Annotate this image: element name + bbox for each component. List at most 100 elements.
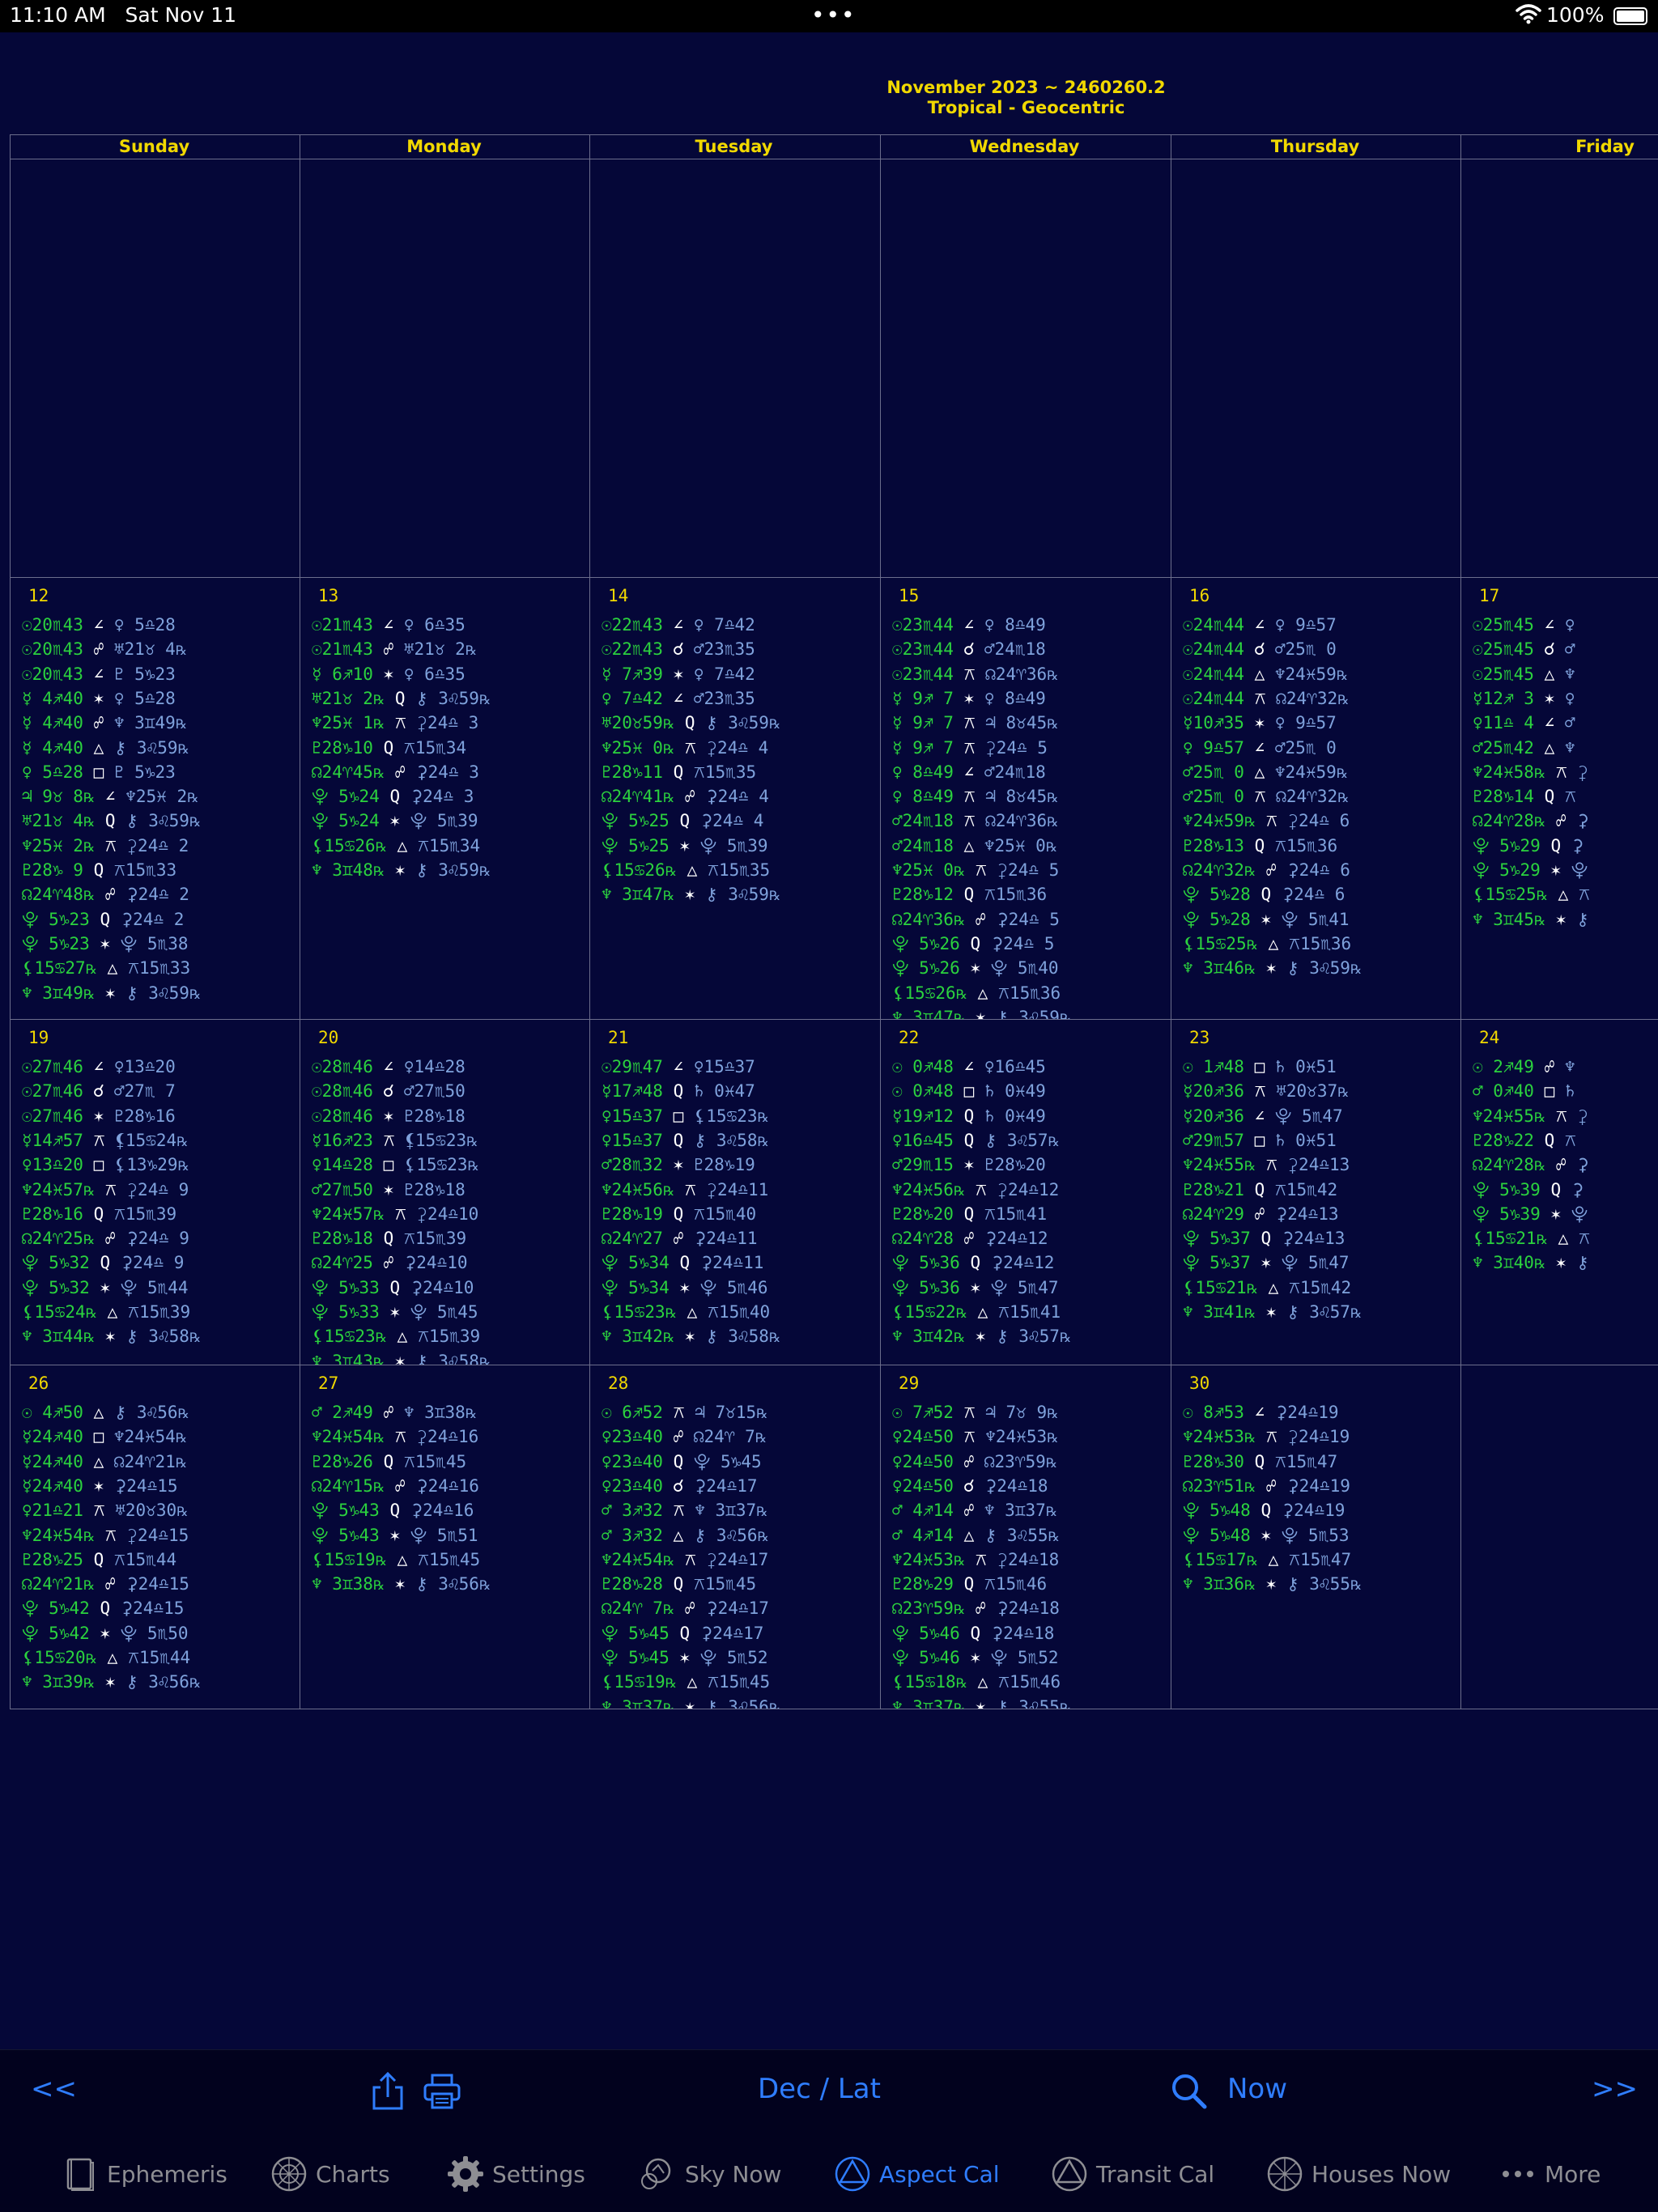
planet-glyph: ☉ <box>892 615 903 635</box>
sign-glyph: ♋ <box>634 1672 645 1692</box>
minute: 16 <box>453 1501 474 1521</box>
degree: 5 <box>1489 860 1510 880</box>
planet-glyph: ♄ <box>984 1081 995 1102</box>
calendar-day-cell[interactable]: 16 ☉24♏44 ∠ ♀ 9♎57 ☉24♏44 ☌ ♂25♏ 0 ☉24♏44 △… <box>1171 578 1460 1019</box>
next-month-button[interactable]: >> <box>1592 2073 1638 2105</box>
share-icon[interactable] <box>369 2071 406 2112</box>
aspect-row: ☉20♏43 ☍ ♅21♉ 4℞ <box>22 637 297 661</box>
minute: 38 <box>444 1403 466 1422</box>
aspect-row: ☿19♐12 Q ♄ 0♓49 <box>892 1104 1167 1128</box>
calendar-day-cell[interactable]: 17 ☉25♏45 ∠ ♀ ☉25♏45 ☌ ♂ ☉25♏45 △ ♆ ☿12♐ 3 ✶… <box>1461 578 1658 1019</box>
calendar-day-cell[interactable]: 26 ☉ 4♐50 △ ⚷ 3♌56℞ ☿24♐40 □ ♆24♓54℞ ☿24♐40… <box>11 1365 300 1709</box>
sign-glyph: ♑ <box>144 1106 155 1126</box>
planet-glyph: ♀ <box>1473 713 1483 733</box>
calendar-day-cell[interactable]: 24 ☉ 2♐49 ☍ ♆ ♂ 0♐40 □ ♄ ♆24♓55℞ ⚻ ⚳ ♇28♑22 … <box>1461 1020 1658 1365</box>
aspect-glyph: ⚻ <box>1254 688 1266 708</box>
sign-glyph: ♑ <box>929 1623 940 1643</box>
print-icon[interactable] <box>423 2073 461 2110</box>
calendar-day-cell[interactable]: 30 ☉ 8♐53 ∠ ⚳24♎19 ♆24♓53℞ ⚻ ⚳24♎19 ♇28♑30 … <box>1171 1365 1460 1709</box>
planet-glyph: ⯓ <box>312 787 329 807</box>
tab-more[interactable]: More <box>1499 2152 1601 2196</box>
minute: 49 <box>933 787 954 807</box>
day-header: Thursday <box>1270 137 1360 156</box>
planet-glyph: ⚷ <box>705 713 718 733</box>
tab-ephemeris[interactable]: Ephemeris <box>62 2152 227 2196</box>
search-icon[interactable] <box>1171 2073 1208 2110</box>
calendar-day-cell[interactable]: 20 ☉28♏46 ∠ ♀14♎28 ☉28♏46 ☌ ♂27♏50 ☉28♏46 ✶… <box>300 1020 589 1365</box>
calendar-day-cell[interactable]: 21 ☉29♏47 ∠ ♀15♎37 ☿17♐48 Q ♄ 0♓47 ♀15♎37 □… <box>590 1020 879 1365</box>
calendar-day-cell[interactable]: 14 ☉22♏43 ∠ ♀ 7♎42 ☉22♏43 ☌ ♂23♏35 ☿ 7♐39 ✶… <box>590 578 879 1019</box>
planet-glyph: ♀ <box>602 1106 612 1126</box>
planet-glyph: ⯓ <box>892 1277 909 1297</box>
planet-glyph: ⚸ <box>602 860 614 880</box>
sign-glyph: ♉ <box>631 713 643 733</box>
aspect-glyph: ✶ <box>389 811 401 831</box>
minute: 20 <box>62 1155 83 1175</box>
planet-glyph: ♇ <box>693 1155 704 1175</box>
tab-sky-now[interactable]: Sky Now <box>640 2152 781 2196</box>
calendar-day-cell[interactable] <box>1461 1365 1658 1709</box>
calendar-day-cell[interactable]: 28 ☉ 6♐52 ⚻ ♃ 7♉15℞ ♀23♎40 ☍ ☊24♈ 7℞ ♀23♎40… <box>590 1365 879 1709</box>
calendar-day-cell[interactable] <box>1461 159 1658 577</box>
calendar-day-cell[interactable] <box>1171 159 1460 577</box>
calendar-day-cell[interactable]: 19 ☉27♏46 ∠ ♀13♎20 ☉27♏46 ☌ ♂27♏ 7 ☉27♏46 ✶… <box>11 1020 300 1365</box>
tab-transit-cal[interactable]: Transit Cal <box>1051 2152 1214 2196</box>
aspect-glyph: ☌ <box>963 1475 975 1496</box>
now-button[interactable]: Now <box>1227 2073 1287 2105</box>
calendar-day-cell[interactable]: 13 ☉21♏43 ∠ ♀ 6♎35 ☉21♏43 ☍ ♅21♉ 2℞ ☿ 6♐10 … <box>300 578 589 1019</box>
minute: 18 <box>352 1229 373 1249</box>
calendar-day-cell[interactable]: 15 ☉23♏44 ∠ ♀ 8♎49 ☉23♏44 ☌ ♂24♏18 ☉23♏44 ⚻… <box>881 578 1170 1019</box>
calendar-day-cell[interactable] <box>881 159 1170 577</box>
planet-glyph: ♀ <box>1274 615 1286 635</box>
aspect-glyph: ✶ <box>970 1277 981 1297</box>
planet-glyph: ⯓ <box>410 1525 427 1545</box>
calendar-day-cell[interactable] <box>300 159 589 577</box>
tab-aspect-cal[interactable]: Aspect Cal <box>834 2152 1000 2196</box>
minute: 26 <box>935 983 956 1003</box>
calendar-day-cell[interactable]: 23 ☉ 1♐48 □ ♄ 0♓51 ☿20♐36 ⚻ ♅20♉37℞ ☿20♐36 … <box>1171 1020 1460 1365</box>
minute: 21 <box>1226 1277 1247 1297</box>
aspect-row: ⚸15♋24℞ △ ⚻15♏39 <box>22 1300 297 1324</box>
prev-month-button[interactable]: << <box>31 2073 77 2105</box>
sign-glyph: ♏ <box>1030 1302 1040 1322</box>
aspect-row: ☿14♐57 ⚻ ⚸15♋24℞ <box>22 1128 297 1153</box>
degree: 15 <box>1009 1302 1031 1322</box>
planet-glyph: ⚳ <box>996 1598 1009 1619</box>
planet-glyph: ⚳ <box>984 1229 997 1249</box>
aspect-row: ♂29♏57 □ ♄ 0♓51 <box>1183 1128 1458 1153</box>
calendar-day-cell[interactable] <box>11 159 300 577</box>
sign-glyph: ♎ <box>1017 737 1027 758</box>
tab-settings[interactable]: Settings <box>447 2152 585 2196</box>
tab-houses-now[interactable]: Houses Now <box>1266 2152 1451 2196</box>
minute: 35 <box>749 860 771 880</box>
planet-glyph: ♆ <box>892 1179 903 1199</box>
sign-glyph: ♏ <box>724 688 735 708</box>
sign-glyph: ♓ <box>156 787 167 807</box>
calendar-day-cell[interactable]: 22 ☉ 0♐48 ∠ ♀16♎45 ☉ 0♐48 □ ♄ 0♓49 ☿19♐12 Q… <box>881 1020 1170 1365</box>
planet-glyph: ⚳ <box>705 1598 718 1619</box>
sign-glyph: ♐ <box>631 664 643 684</box>
calendar-day-cell[interactable]: 12 ☉20♏43 ∠ ♀ 5♎28 ☉20♏43 ☍ ♅21♉ 4℞ ☉20♏43 … <box>11 578 300 1019</box>
degree: 24 <box>1287 1403 1308 1422</box>
degree: 15 <box>614 860 635 880</box>
minute: 13 <box>1318 1204 1339 1224</box>
minute: 23 <box>155 762 176 782</box>
sign-glyph: ♐ <box>922 1403 933 1422</box>
minute: 0 <box>1223 787 1244 807</box>
dec-lat-button[interactable]: Dec / Lat <box>758 2073 881 2105</box>
retrograde-mark: ℞ <box>83 839 96 855</box>
calendar-day-cell[interactable]: 27 ♂ 2♐49 ☍ ♆ 3♊38℞ ♆24♓54℞ ⚻ ⚳24♎16 ♇28♑26… <box>300 1365 589 1709</box>
calendar-day-cell[interactable]: 29 ☉ 7♐52 ⚻ ♃ 7♉ 9℞ ♀24♎50 ⚻ ♆24♓53℞ ♀24♎50… <box>881 1365 1170 1709</box>
sign-glyph: ♊ <box>631 1327 643 1347</box>
tab-charts[interactable]: Charts <box>270 2152 390 2196</box>
calendar-day-cell[interactable] <box>590 159 879 577</box>
